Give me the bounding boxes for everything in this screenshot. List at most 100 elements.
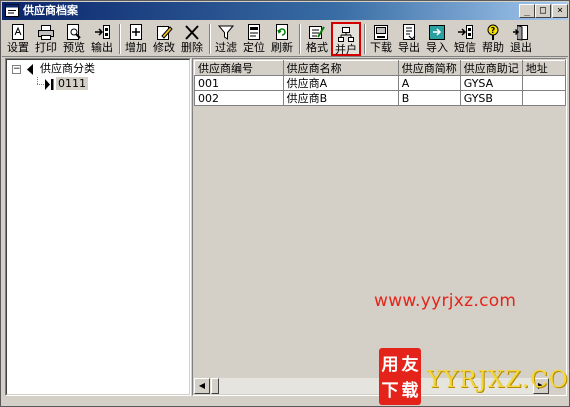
exit-button[interactable]: 退出 <box>508 22 534 56</box>
output-label: 输出 <box>91 41 113 54</box>
import-button[interactable]: 导入 <box>424 22 450 56</box>
tree-root-label: 供应商分类 <box>40 62 95 75</box>
refresh-icon <box>276 24 288 40</box>
tree-inner-border <box>6 59 190 395</box>
table-row[interactable]: 001 供应商A A GYSA <box>194 75 567 91</box>
locate-icon <box>248 24 260 40</box>
toolbar-separator <box>299 24 301 54</box>
setup-label: 设置 <box>7 41 29 54</box>
open-account-button[interactable]: 并户 <box>331 22 361 56</box>
sms-button[interactable]: 短信 <box>452 22 478 56</box>
watermark-url: www.yyrjxz.com <box>374 291 517 311</box>
grid-header-row: 供应商编号 供应商名称 供应商简称 供应商助记 地址 <box>194 60 567 76</box>
close-button[interactable]: × <box>552 4 568 18</box>
grid-header-cell[interactable]: 地址 <box>521 60 567 76</box>
output-button[interactable]: 输出 <box>89 22 115 56</box>
modify-button[interactable]: 修改 <box>151 22 177 56</box>
format-label: 格式 <box>306 41 328 54</box>
watermark-logo-text: YYRJXZ.COM <box>427 367 570 393</box>
tree-connector <box>37 84 44 85</box>
sms-icon <box>458 25 473 39</box>
grid-cell[interactable]: 002 <box>194 90 284 106</box>
help-label: 帮助 <box>482 41 504 54</box>
export-icon <box>403 24 416 40</box>
print-button[interactable]: 打印 <box>33 22 59 56</box>
modify-label: 修改 <box>153 41 175 54</box>
watermark-logo: 用 友 下 载 <box>379 348 421 405</box>
page-setup-icon <box>12 24 24 40</box>
tree-connector <box>37 77 38 84</box>
tree-node-current-icon <box>45 79 54 90</box>
supplier-category-tree[interactable]: − 供应商分类 0111 <box>5 58 191 396</box>
printer-icon <box>38 25 54 40</box>
exit-label: 退出 <box>510 41 532 54</box>
toolbar-separator <box>119 24 121 54</box>
toolbar-separator <box>209 24 211 54</box>
tree-child-node[interactable]: 0111 <box>56 77 88 91</box>
setup-button[interactable]: 设置 <box>5 22 31 56</box>
export-button[interactable]: 导出 <box>396 22 422 56</box>
scroll-left-button[interactable]: ◀ <box>194 378 210 394</box>
grid-cell[interactable]: A <box>397 75 461 91</box>
supplier-archive-window: 供应商档案 _ □ × 设置 打印 预览 输出 增加 修改 删除 过滤 定位 刷… <box>0 0 570 407</box>
toolbar-separator <box>364 24 366 54</box>
format-icon <box>309 26 325 39</box>
grid-cell[interactable]: GYSA <box>459 75 523 91</box>
refresh-label: 刷新 <box>271 41 293 54</box>
help-button[interactable]: ? 帮助 <box>480 22 506 56</box>
add-icon <box>130 24 142 40</box>
title-bar[interactable]: 供应商档案 _ □ × <box>2 2 568 20</box>
table-row[interactable]: 002 供应商B B GYSB <box>194 90 567 106</box>
svg-text:友: 友 <box>402 354 419 375</box>
format-button[interactable]: 格式 <box>304 22 330 56</box>
tree-collapse-toggle[interactable]: − <box>12 65 21 74</box>
locate-button[interactable]: 定位 <box>241 22 267 56</box>
tree-child-label: 0111 <box>56 77 88 90</box>
help-icon: ? <box>487 24 499 40</box>
grid-cell[interactable] <box>521 90 567 106</box>
minimize-button[interactable]: _ <box>519 4 535 18</box>
grid-header-cell[interactable]: 供应商名称 <box>282 60 399 76</box>
add-label: 增加 <box>125 41 147 54</box>
preview-button[interactable]: 预览 <box>61 22 87 56</box>
grid-header-cell[interactable]: 供应商简称 <box>397 60 461 76</box>
print-label: 打印 <box>35 41 57 54</box>
add-button[interactable]: 增加 <box>123 22 149 56</box>
exit-door-icon <box>513 25 528 41</box>
maximize-button[interactable]: □ <box>535 4 551 18</box>
svg-text:载: 载 <box>402 380 419 401</box>
export-label: 导出 <box>398 41 420 54</box>
delete-label: 删除 <box>181 41 203 54</box>
delete-button[interactable]: 删除 <box>179 22 205 56</box>
grid-header-cell[interactable]: 供应商助记 <box>459 60 523 76</box>
grid-cell[interactable] <box>521 75 567 91</box>
toolbar: 设置 打印 预览 输出 增加 修改 删除 过滤 定位 刷新 格式 并户 下载 导… <box>2 21 568 57</box>
locate-label: 定位 <box>243 41 265 54</box>
delete-x-icon <box>185 25 199 40</box>
tree-caret-icon <box>27 64 33 75</box>
svg-text:?: ? <box>491 26 496 35</box>
grid-cell[interactable]: B <box>397 90 461 106</box>
svg-text:下: 下 <box>382 381 399 401</box>
refresh-button[interactable]: 刷新 <box>269 22 295 56</box>
sms-label: 短信 <box>454 41 476 54</box>
merge-account-icon <box>338 27 354 42</box>
window-title: 供应商档案 <box>23 4 78 17</box>
svg-text:用: 用 <box>382 355 399 375</box>
download-icon <box>374 25 388 40</box>
download-button[interactable]: 下载 <box>368 22 394 56</box>
preview-label: 预览 <box>63 41 85 54</box>
import-icon <box>429 25 445 40</box>
grid-cell[interactable]: 供应商B <box>282 90 399 106</box>
grid-cell[interactable]: 001 <box>194 75 284 91</box>
output-icon <box>95 25 110 39</box>
filter-label: 过滤 <box>215 41 237 54</box>
grid-cell[interactable]: 供应商A <box>282 75 399 91</box>
import-label: 导入 <box>426 41 448 54</box>
open-account-label: 并户 <box>335 43 357 56</box>
filter-button[interactable]: 过滤 <box>213 22 239 56</box>
grid-header-cell[interactable]: 供应商编号 <box>194 60 284 76</box>
scroll-thumb[interactable] <box>211 378 219 394</box>
grid-cell[interactable]: GYSB <box>459 90 523 106</box>
tree-root-node[interactable]: 供应商分类 <box>40 62 95 76</box>
